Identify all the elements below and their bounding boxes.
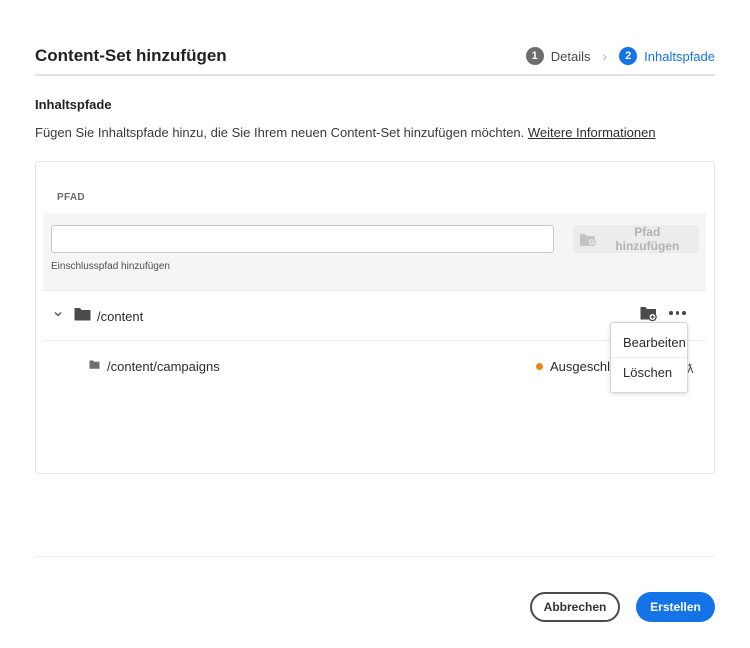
step-number-2: 2 bbox=[619, 47, 638, 65]
step-inhaltspfade[interactable]: 2 Inhaltspfade bbox=[619, 47, 715, 65]
add-path-label: Pfad hinzufügen bbox=[615, 225, 680, 253]
folder-add-icon[interactable] bbox=[640, 306, 657, 321]
add-path-button[interactable]: Pfad hinzufügen bbox=[573, 225, 699, 253]
row-divider bbox=[43, 340, 706, 341]
column-header-path: PFAD bbox=[57, 192, 85, 203]
status-badge: Ausgeschlo bbox=[536, 359, 616, 374]
tree-item-content[interactable]: /content bbox=[97, 309, 143, 324]
menu-divider bbox=[611, 357, 687, 358]
description-text: Fügen Sie Inhaltspfade hinzu, die Sie Ih… bbox=[35, 125, 525, 140]
section-title: Inhaltspfade bbox=[35, 97, 112, 112]
section-description: Fügen Sie Inhaltspfade hinzu, die Sie Ih… bbox=[35, 125, 656, 140]
context-menu: Bearbeiten Löschen bbox=[610, 322, 688, 393]
folder-add-icon bbox=[579, 233, 596, 246]
footer-divider bbox=[35, 556, 715, 557]
status-label: Ausgeschlo bbox=[550, 359, 616, 374]
path-input-helper: Einschlusspfad hinzufügen bbox=[51, 261, 170, 272]
create-button[interactable]: Erstellen bbox=[636, 592, 715, 622]
step-label-details: Details bbox=[550, 48, 591, 64]
tree-item-content-campaigns[interactable]: /content/campaigns bbox=[107, 359, 220, 374]
more-actions-icon[interactable] bbox=[669, 311, 686, 315]
menu-item-delete[interactable]: Löschen bbox=[623, 365, 672, 380]
step-number-1: 1 bbox=[525, 47, 544, 65]
folder-icon bbox=[74, 308, 91, 321]
status-dot-icon bbox=[536, 363, 543, 370]
header-divider bbox=[35, 74, 715, 76]
cancel-button[interactable]: Abbrechen bbox=[530, 592, 620, 622]
stepper: 1 Details › 2 Inhaltspfade bbox=[525, 47, 715, 65]
path-input[interactable] bbox=[51, 225, 554, 253]
folder-icon bbox=[89, 360, 100, 369]
menu-item-edit[interactable]: Bearbeiten bbox=[623, 335, 686, 350]
dialog-title: Content-Set hinzufügen bbox=[35, 46, 227, 65]
chevron-right-icon: › bbox=[602, 48, 608, 64]
more-info-link[interactable]: Weitere Informationen bbox=[528, 125, 656, 140]
chevron-down-icon[interactable] bbox=[53, 309, 63, 319]
step-label-inhaltspfade: Inhaltspfade bbox=[644, 48, 715, 64]
row-divider bbox=[43, 290, 706, 291]
step-details[interactable]: 1 Details bbox=[525, 47, 591, 65]
